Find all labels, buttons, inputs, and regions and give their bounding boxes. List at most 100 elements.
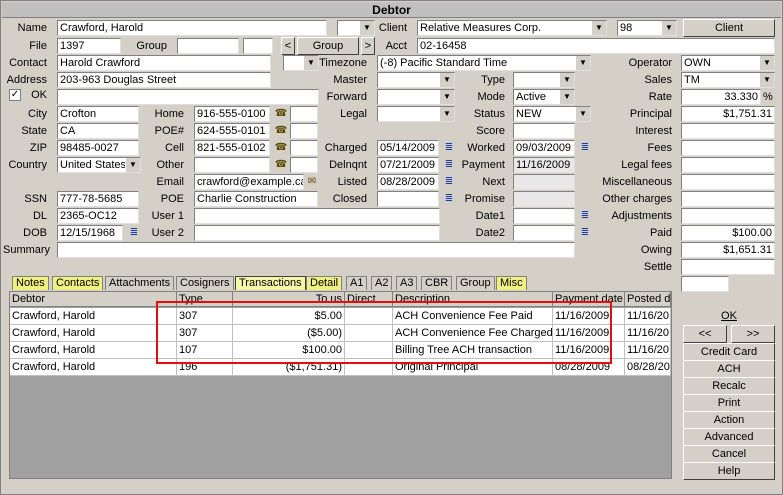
client-dropdown[interactable]: Relative Measures Corp. ▼ — [417, 20, 607, 36]
charged-field[interactable]: 05/14/2009 — [377, 140, 439, 156]
ssn-field[interactable]: 777-78-5685 — [57, 191, 139, 207]
user2-field[interactable] — [194, 225, 440, 241]
cell-phone-field[interactable]: 821-555-0102 — [194, 140, 270, 156]
credit-card-button[interactable]: Credit Card — [683, 343, 775, 361]
cell-debtor: Crawford, Harold — [10, 342, 177, 359]
recalc-button[interactable]: Recalc — [683, 377, 775, 395]
interest-field[interactable] — [681, 123, 775, 139]
tab-notes[interactable]: Notes — [12, 276, 49, 290]
tab-a2[interactable]: A2 — [371, 276, 393, 290]
payment-field: 11/16/2009 — [513, 157, 575, 173]
other-phone-field[interactable] — [194, 157, 270, 173]
first-record-button[interactable]: << — [683, 325, 727, 343]
listed-field[interactable]: 08/28/2009 — [377, 174, 439, 190]
phone-icon[interactable]: ☎ — [274, 107, 288, 121]
rate-unit: % — [763, 91, 773, 103]
summary-field[interactable] — [57, 242, 575, 258]
ok-checkbox[interactable]: ✓ — [9, 89, 21, 101]
tab-cbr[interactable]: CBR — [421, 276, 453, 290]
client-number-dropdown[interactable]: 98 ▼ — [617, 20, 677, 36]
ok-button[interactable]: OK — [683, 308, 775, 326]
help-button[interactable]: Help — [683, 462, 775, 480]
calendar-icon[interactable]: ≣ — [578, 209, 592, 223]
advanced-button[interactable]: Advanced — [683, 428, 775, 446]
address-field[interactable]: 203-963 Douglas Street — [57, 72, 271, 88]
tab-detail[interactable]: Detail — [306, 276, 343, 290]
date2-field[interactable] — [513, 225, 575, 241]
phone-icon[interactable]: ☎ — [274, 158, 288, 172]
legal-dropdown[interactable]: ▼ — [377, 106, 455, 122]
label-ssn: SSN — [24, 193, 47, 205]
miscellaneous-field[interactable] — [681, 174, 775, 190]
last-record-button[interactable]: >> — [731, 325, 775, 343]
acct-field[interactable]: 02-16458 — [417, 38, 775, 54]
status-dropdown[interactable]: NEW ▼ — [513, 106, 591, 122]
operator-dropdown[interactable]: OWN ▼ — [681, 55, 775, 71]
print-button[interactable]: Print — [683, 394, 775, 412]
poe-phone-field[interactable]: 624-555-0101 — [194, 123, 270, 139]
group-prev-button[interactable]: < — [281, 37, 295, 55]
score-field[interactable] — [513, 123, 575, 139]
zip-field[interactable]: 98485-0027 — [57, 140, 139, 156]
principal-field[interactable]: $1,751.31 — [681, 106, 775, 122]
phone-icon[interactable]: ☎ — [274, 124, 288, 138]
settle-extra-field[interactable] — [681, 276, 729, 292]
cell-posted-date: 08/28/20 — [625, 359, 671, 376]
tab-a1[interactable]: A1 — [346, 276, 368, 290]
tab-contacts[interactable]: Contacts — [52, 276, 104, 290]
sales-dropdown[interactable]: TM ▼ — [681, 72, 775, 88]
label-master: Master — [333, 74, 367, 86]
paid-field[interactable]: $100.00 — [681, 225, 775, 241]
owing-field[interactable]: $1,651.31 — [681, 242, 775, 258]
ach-button[interactable]: ACH — [683, 360, 775, 378]
date1-field[interactable] — [513, 208, 575, 224]
master-dropdown[interactable]: ▼ — [377, 72, 455, 88]
phone-icon[interactable]: ☎ — [274, 141, 288, 155]
label-next: Next — [482, 176, 505, 188]
poe-phone-ext[interactable] — [290, 123, 318, 139]
tab-misc[interactable]: Misc — [496, 276, 527, 290]
forward-dropdown[interactable]: ▼ — [377, 89, 455, 105]
label-sales: Sales — [644, 74, 672, 86]
fees-field[interactable] — [681, 140, 775, 156]
group-field[interactable] — [177, 38, 239, 54]
type-dropdown[interactable]: ▼ — [513, 72, 575, 88]
adjustments-field[interactable] — [681, 208, 775, 224]
home-phone-field[interactable]: 916-555-0100 — [194, 106, 270, 122]
city-field[interactable]: Crofton — [57, 106, 139, 122]
worked-field[interactable]: 09/03/2009 — [513, 140, 575, 156]
action-button[interactable]: Action — [683, 411, 775, 429]
name-field[interactable]: Crawford, Harold — [57, 20, 327, 36]
contact-field[interactable]: Harold Crawford — [57, 55, 271, 71]
tab-attachments[interactable]: Attachments — [105, 276, 175, 290]
group-field-2[interactable] — [243, 38, 273, 54]
column-header-posted-date[interactable]: Posted da — [625, 292, 671, 307]
timezone-dropdown[interactable]: (-8) Pacific Standard Time ▼ — [377, 55, 591, 71]
tab-a3[interactable]: A3 — [396, 276, 418, 290]
column-header-debtor[interactable]: Debtor — [10, 292, 177, 307]
user1-field[interactable] — [194, 208, 440, 224]
email-field[interactable]: crawford@example.ca — [194, 174, 304, 190]
country-dropdown[interactable]: United States ▼ — [57, 157, 141, 173]
client-button[interactable]: Client — [683, 19, 775, 37]
calendar-icon[interactable]: ≣ — [578, 141, 592, 155]
tab-group[interactable]: Group — [456, 276, 495, 290]
settle-field[interactable] — [681, 259, 775, 275]
poe-field[interactable]: Charlie Construction — [194, 191, 318, 207]
tab-transactions[interactable]: Transactions — [235, 276, 306, 290]
dob-field[interactable]: 12/15/1968 — [57, 225, 123, 241]
dl-field[interactable]: 2365-OC12 — [57, 208, 139, 224]
file-field[interactable]: 1397 — [57, 38, 121, 54]
mode-dropdown[interactable]: Active ▼ — [513, 89, 575, 105]
rate-field[interactable]: 33.330 — [681, 89, 761, 105]
address-field-2[interactable] — [57, 89, 319, 105]
legal-fees-field[interactable] — [681, 157, 775, 173]
delnqnt-field[interactable]: 07/21/2009 — [377, 157, 439, 173]
calendar-icon[interactable]: ≣ — [578, 226, 592, 240]
other-charges-field[interactable] — [681, 191, 775, 207]
closed-field[interactable] — [377, 191, 439, 207]
tab-cosigners[interactable]: Cosigners — [176, 276, 234, 290]
cancel-button[interactable]: Cancel — [683, 445, 775, 463]
calendar-icon[interactable]: ≣ — [127, 226, 141, 240]
state-field[interactable]: CA — [57, 123, 139, 139]
